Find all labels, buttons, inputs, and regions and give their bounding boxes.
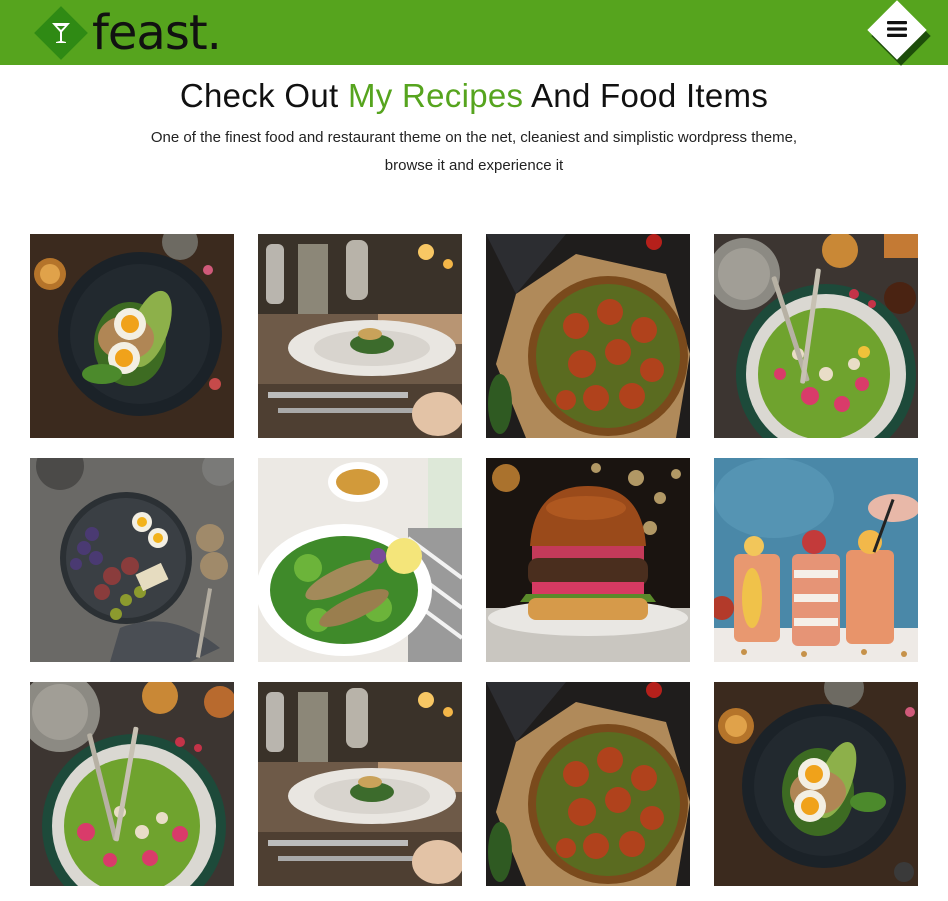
food-photo xyxy=(30,234,234,438)
gallery-item[interactable] xyxy=(258,234,462,438)
title-tail: And Food Items xyxy=(523,77,769,114)
logo-wordmark: feast. xyxy=(92,5,222,61)
intro-description: One of the finest food and restaurant th… xyxy=(150,129,798,174)
gallery-item[interactable] xyxy=(486,234,690,438)
food-photo xyxy=(258,458,462,662)
food-photo xyxy=(258,234,462,438)
food-photo xyxy=(30,458,234,662)
cocktail-glass-icon xyxy=(34,6,88,60)
title-lead: Check Out xyxy=(179,77,348,114)
intro-section: Check Out My Recipes And Food Items One … xyxy=(0,74,948,180)
food-photo xyxy=(30,682,234,886)
gallery-item[interactable] xyxy=(714,458,918,662)
food-photo xyxy=(714,234,918,438)
food-photo xyxy=(486,682,690,886)
recipe-gallery xyxy=(30,234,918,886)
hamburger-menu-icon xyxy=(887,21,907,37)
menu-button[interactable] xyxy=(866,0,932,66)
gallery-item[interactable] xyxy=(714,682,918,886)
gallery-item[interactable] xyxy=(714,234,918,438)
food-photo xyxy=(714,682,918,886)
food-photo xyxy=(486,458,690,662)
gallery-item[interactable] xyxy=(486,458,690,662)
gallery-item[interactable] xyxy=(258,458,462,662)
site-logo[interactable]: feast. xyxy=(34,5,222,61)
site-header: feast. xyxy=(0,0,948,66)
food-photo xyxy=(486,234,690,438)
food-photo xyxy=(258,682,462,886)
gallery-item[interactable] xyxy=(30,458,234,662)
page-title: Check Out My Recipes And Food Items xyxy=(0,74,948,118)
gallery-item[interactable] xyxy=(30,682,234,886)
gallery-item[interactable] xyxy=(258,682,462,886)
gallery-item[interactable] xyxy=(486,682,690,886)
title-accent: My Recipes xyxy=(347,77,524,114)
gallery-item[interactable] xyxy=(30,234,234,438)
food-photo xyxy=(714,458,918,662)
